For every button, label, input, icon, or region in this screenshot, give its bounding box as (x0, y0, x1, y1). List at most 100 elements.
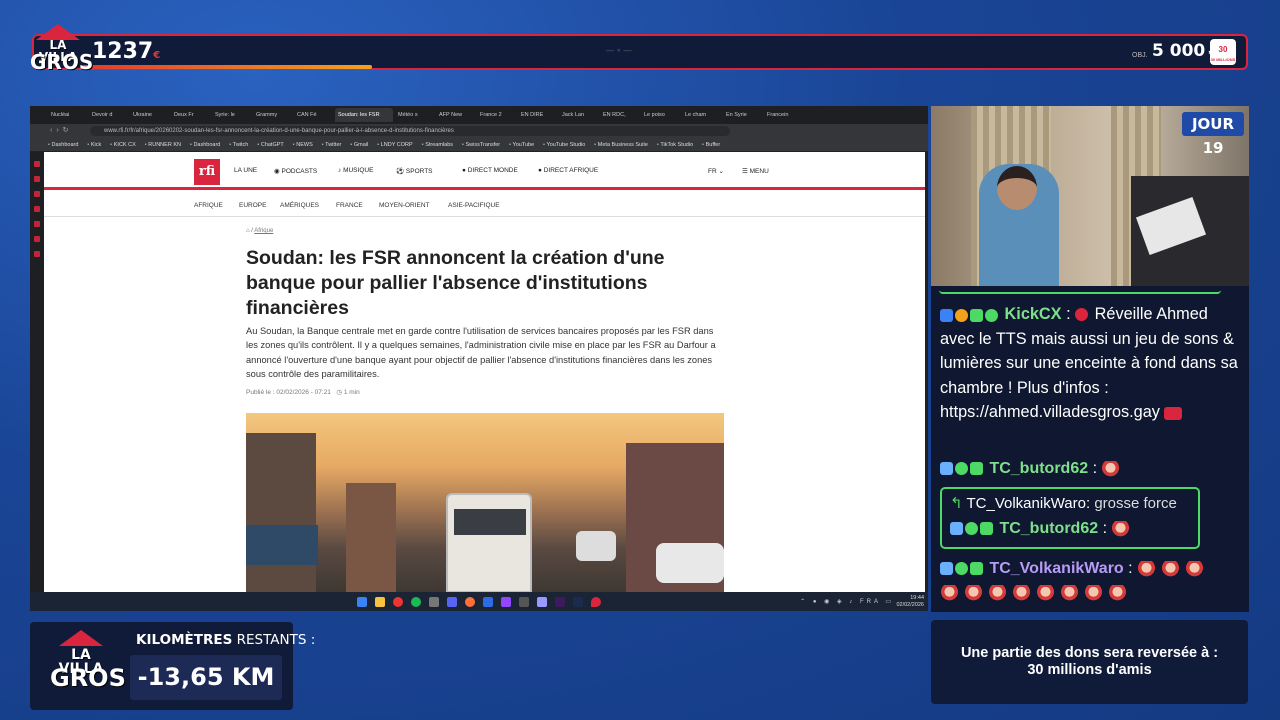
heart-emote-icon (1084, 584, 1103, 602)
browser-sidebar (30, 152, 44, 592)
twitch-icon[interactable] (501, 596, 511, 607)
maps-icon[interactable] (591, 596, 601, 607)
app-icon[interactable] (429, 596, 439, 607)
browser-tab[interactable]: Syrie: le (212, 108, 251, 122)
nav-direct-afrique[interactable]: ● DIRECT AFRIQUE (538, 167, 598, 174)
day-badge: JOUR 19 (1182, 112, 1244, 157)
villa-emote-icon (1164, 406, 1183, 420)
windows-taskbar: ⌃ ● ◉ ◈ ♪ FRA ▭ 19:44 02/02/2026 (30, 592, 928, 611)
browser-tab[interactable]: Jack Lan (559, 108, 598, 122)
bookmark-item[interactable]: Kick (87, 142, 101, 148)
sidebar-icon[interactable] (34, 191, 40, 197)
premiere-icon[interactable] (555, 596, 565, 607)
chat-username[interactable]: TC_butord62 (999, 520, 1098, 537)
browser-tab[interactable]: AFP New (436, 108, 475, 122)
breadcrumb[interactable]: ⌂ / Afrique (246, 228, 273, 234)
chat-username[interactable]: TC_VolkanikWaro (989, 560, 1123, 577)
browser-tab[interactable]: Devoir d (89, 108, 128, 122)
subnav-moyen-orient[interactable]: MOYEN-ORIENT (379, 202, 430, 209)
app-icon[interactable] (519, 596, 529, 607)
bookmark-item[interactable]: ChatGPT (257, 142, 284, 148)
bookmark-item[interactable]: Twitch (229, 142, 249, 148)
sidebar-icon[interactable] (34, 251, 40, 257)
discord-icon[interactable] (447, 596, 457, 607)
rfi-logo[interactable]: rfi (194, 159, 220, 185)
bookmark-item[interactable]: Gmail (350, 142, 368, 148)
bookmark-item[interactable]: NEWS (293, 142, 313, 148)
start-icon[interactable] (357, 596, 367, 607)
bookmark-item[interactable]: Dashboard (48, 142, 78, 148)
user-badges-icon (940, 459, 985, 479)
article-lead: Au Soudan, la Banque centrale met en gar… (246, 326, 716, 379)
lang-select[interactable]: FR ⌄ (708, 167, 724, 175)
villa-logo-top: LA VILLA GROS (30, 24, 93, 80)
spotify-icon[interactable] (411, 596, 421, 607)
grid-icon[interactable] (537, 596, 547, 607)
subnav-ameriques[interactable]: AMÉRIQUES (280, 202, 319, 209)
reply-username[interactable]: TC_VolkanikWaro: (966, 495, 1090, 512)
nav-direct-monde[interactable]: ● DIRECT MONDE (462, 167, 518, 174)
browser-tab[interactable]: EN RDC, (600, 108, 639, 122)
browser-tab[interactable]: Francein (764, 108, 803, 122)
browser-tab[interactable]: Le poiso (641, 108, 680, 122)
taskbar-clock[interactable]: 19:44 02/02/2026 (896, 595, 924, 609)
subnav-france[interactable]: FRANCE (336, 202, 363, 209)
user-badges-icon (940, 302, 1000, 327)
browser-tab[interactable]: En Syrie (723, 108, 762, 122)
bookmark-item[interactable]: YouTube Studio (543, 142, 586, 148)
bookmark-item[interactable]: Buffer (702, 142, 721, 148)
chat-username[interactable]: KickCX (1005, 305, 1062, 323)
app-icon[interactable] (483, 596, 493, 607)
url-field[interactable]: www.rfi.fr/fr/afrique/20260202-soudan-le… (90, 126, 730, 136)
subnav-asie-pacifique[interactable]: ASIE-PACIFIQUE (448, 202, 500, 209)
browser-tab[interactable]: Météo s (395, 108, 434, 122)
alert-icon (1075, 308, 1089, 322)
browser-tab[interactable]: Deux Fr (171, 108, 210, 122)
goal-label: OBJ. (1132, 52, 1148, 59)
photoshop-icon[interactable] (573, 596, 583, 607)
bookmark-item[interactable]: RUNNER KN (145, 142, 181, 148)
nav-sports[interactable]: ⚽ SPORTS (396, 167, 433, 175)
heart-emote-icon (1111, 520, 1131, 538)
bookmark-item[interactable]: YouTube (509, 142, 535, 148)
browser-tab[interactable]: Ukraine (130, 108, 169, 122)
heart-emote-icon (1137, 560, 1157, 578)
bookmark-item[interactable]: KICK CX (110, 142, 136, 148)
nav-la-une[interactable]: LA UNE (234, 167, 257, 174)
firefox-icon[interactable] (465, 596, 475, 607)
chrome-icon[interactable] (393, 596, 403, 607)
bookmark-item[interactable]: SwissTransfer (462, 142, 501, 148)
browser-tab[interactable]: EN DIRE (518, 108, 557, 122)
user-badges-icon (950, 517, 995, 541)
bookmark-item[interactable]: Meta Business Suite (594, 142, 648, 148)
user-badges-icon (940, 557, 985, 581)
article-headline: Soudan: les FSR annoncent la création d'… (246, 247, 665, 319)
sidebar-icon[interactable] (34, 236, 40, 242)
menu-button[interactable]: ☰ MENU (742, 167, 769, 175)
sidebar-icon[interactable] (34, 206, 40, 212)
explorer-icon[interactable] (375, 596, 385, 607)
browser-tab[interactable]: Soudan: les FSR (335, 108, 393, 122)
truck (446, 493, 532, 592)
chat-username[interactable]: TC_butord62 (989, 460, 1088, 477)
system-tray[interactable]: ⌃ ● ◉ ◈ ♪ FRA ▭ (800, 598, 894, 605)
sidebar-icon[interactable] (34, 176, 40, 182)
nav-podcasts[interactable]: ◉ PODCASTS (274, 167, 317, 175)
subnav-europe[interactable]: EUROPE (239, 202, 266, 209)
subnav-afrique[interactable]: AFRIQUE (194, 202, 223, 209)
nav-buttons[interactable]: ‹›↻ (50, 126, 73, 134)
bookmark-item[interactable]: Twitter (322, 142, 341, 148)
bookmark-item[interactable]: TikTok Studio (657, 142, 693, 148)
browser-tab[interactable]: France 2 (477, 108, 516, 122)
sidebar-icon[interactable] (34, 161, 40, 167)
nav-musique[interactable]: ♪ MUSIQUE (338, 167, 373, 174)
bookmark-item[interactable]: Streamlabs (422, 142, 453, 148)
goal-value: 5 000 € (1152, 41, 1216, 61)
sidebar-icon[interactable] (34, 221, 40, 227)
browser-tab[interactable]: Le cham (682, 108, 721, 122)
bookmark-item[interactable]: Dashboard (190, 142, 220, 148)
bookmark-item[interactable]: LNDY CORP (377, 142, 413, 148)
browser-tab[interactable]: Grammy (253, 108, 292, 122)
browser-tab[interactable]: CAN Fé (294, 108, 333, 122)
browser-tab[interactable]: Nucléai (48, 108, 87, 122)
